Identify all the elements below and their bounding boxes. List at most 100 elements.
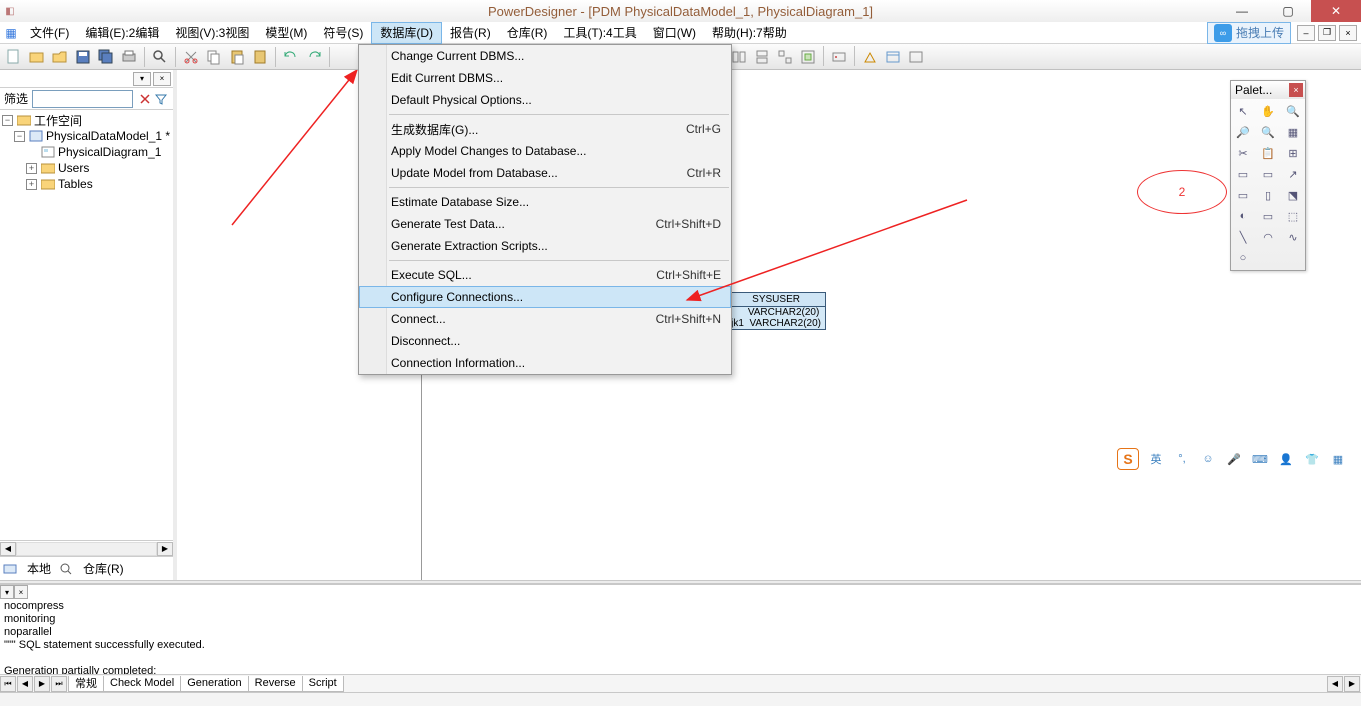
menu-item[interactable]: Execute SQL...Ctrl+Shift+E [359, 264, 731, 286]
tool-j-icon[interactable] [905, 46, 927, 68]
ime-user-icon[interactable]: 👤 [1277, 450, 1295, 468]
palette-tool-icon[interactable]: ▭ [1256, 206, 1280, 226]
menu-item[interactable]: 文件(F) [22, 22, 77, 44]
browser-close-icon[interactable]: × [153, 72, 171, 86]
tool-e-icon[interactable] [774, 46, 796, 68]
ime-emoji-icon[interactable]: ☺ [1199, 450, 1217, 468]
menu-item[interactable]: 数据库(D) [371, 22, 442, 44]
tree-model[interactable]: − PhysicalDataModel_1 * [2, 128, 173, 144]
output-expand-icon[interactable]: ▾ [0, 585, 14, 599]
diagram-canvas[interactable]: SYSUSER VARCHAR2(20) jk1 VARCHAR2(20) 1 … [177, 70, 1361, 580]
browser-hscroll[interactable]: ◀ ▶ [0, 540, 173, 556]
output-body[interactable]: nocompressmonitoringnoparallel""" SQL st… [0, 599, 1361, 674]
filter-clear-icon[interactable] [137, 91, 153, 107]
ime-skin-icon[interactable]: 👕 [1303, 450, 1321, 468]
menu-item[interactable]: 报告(R) [442, 22, 499, 44]
palette-tool-icon[interactable]: ▭ [1231, 185, 1255, 205]
close-button[interactable]: ✕ [1311, 0, 1361, 22]
output-close-icon[interactable]: × [14, 585, 28, 599]
undo-icon[interactable] [280, 46, 302, 68]
menu-item[interactable]: Edit Current DBMS... [359, 67, 731, 89]
palette-tool-icon[interactable]: 🔍 [1256, 122, 1280, 142]
palette-tool-icon[interactable]: 🔎 [1231, 122, 1255, 142]
mdi-close[interactable]: × [1339, 25, 1357, 41]
palette-tool-icon[interactable]: ▯ [1256, 185, 1280, 205]
menu-item[interactable]: 仓库(R) [499, 22, 556, 44]
tab-local[interactable]: 本地 [27, 560, 51, 577]
palette-tool-icon[interactable]: ▦ [1281, 122, 1305, 142]
entity-table[interactable]: SYSUSER VARCHAR2(20) jk1 VARCHAR2(20) [726, 292, 826, 330]
output-tab[interactable]: Generation [180, 676, 248, 692]
mdi-restore[interactable]: ❐ [1318, 25, 1336, 41]
palette-tool-icon[interactable]: ⬔ [1281, 185, 1305, 205]
menu-item[interactable]: Disconnect... [359, 330, 731, 352]
menu-system-icon[interactable]: ▦ [0, 26, 22, 40]
save-all-icon[interactable] [95, 46, 117, 68]
ime-lang[interactable]: 英 [1147, 450, 1165, 468]
palette-tool-icon[interactable]: 📋 [1256, 143, 1280, 163]
open-icon[interactable] [49, 46, 71, 68]
menu-item[interactable]: Connection Information... [359, 352, 731, 374]
output-tab[interactable]: Check Model [103, 676, 181, 692]
ime-keyboard-icon[interactable]: ⌨ [1251, 450, 1269, 468]
cut-icon[interactable] [180, 46, 202, 68]
browser-expand-icon[interactable]: ▾ [133, 72, 151, 86]
palette-tool-icon[interactable]: 🔍 [1281, 101, 1305, 121]
palette-tool-icon[interactable]: ↗ [1281, 164, 1305, 184]
menu-item[interactable]: Apply Model Changes to Database... [359, 140, 731, 162]
palette-tool-icon[interactable]: ▭ [1256, 164, 1280, 184]
tree-users[interactable]: + Users [2, 160, 173, 176]
new-project-icon[interactable] [26, 46, 48, 68]
palette-tool-icon[interactable]: ✋ [1256, 101, 1280, 121]
palette-close-icon[interactable]: × [1289, 83, 1303, 97]
tab-next-icon[interactable]: ▶ [34, 676, 50, 692]
menu-item[interactable]: 帮助(H):7帮助 [704, 22, 795, 44]
ime-mic-icon[interactable]: 🎤 [1225, 450, 1243, 468]
menu-item[interactable]: Change Current DBMS... [359, 45, 731, 67]
ime-bar[interactable]: S 英 °, ☺ 🎤 ⌨ 👤 👕 ▦ [1113, 446, 1351, 472]
mdi-minimize[interactable]: – [1297, 25, 1315, 41]
ime-logo-icon[interactable]: S [1117, 448, 1139, 470]
cloud-upload[interactable]: ∞ 拖拽上传 [1207, 22, 1291, 44]
maximize-button[interactable]: ▢ [1265, 0, 1311, 22]
tab-scroll-right-icon[interactable]: ▶ [1344, 676, 1360, 692]
paste-special-icon[interactable] [249, 46, 271, 68]
menu-item[interactable]: 符号(S) [315, 22, 371, 44]
save-icon[interactable] [72, 46, 94, 68]
tab-last-icon[interactable]: ⏭ [51, 676, 67, 692]
menu-item[interactable]: Configure Connections... [359, 286, 731, 308]
menu-item[interactable]: Estimate Database Size... [359, 191, 731, 213]
menu-item[interactable]: 编辑(E):2编辑 [77, 22, 167, 44]
menu-item[interactable]: Generate Extraction Scripts... [359, 235, 731, 257]
menu-item[interactable]: 视图(V):3视图 [167, 22, 257, 44]
menu-item[interactable]: 窗口(W) [645, 22, 704, 44]
palette-tool-icon[interactable]: ○ [1231, 248, 1255, 268]
tree-root[interactable]: − 工作空间 [2, 112, 173, 128]
filter-apply-icon[interactable] [153, 91, 169, 107]
tab-repo[interactable]: 仓库(R) [83, 560, 124, 577]
scroll-track[interactable] [16, 542, 157, 556]
tool-i-icon[interactable] [882, 46, 904, 68]
paste-icon[interactable] [226, 46, 248, 68]
collapse-icon[interactable]: − [14, 131, 25, 142]
local-icon[interactable] [3, 562, 19, 576]
browser-tree[interactable]: − 工作空间 − PhysicalDataModel_1 * PhysicalD… [0, 110, 173, 540]
expand-icon[interactable]: + [26, 179, 37, 190]
ime-punct-icon[interactable]: °, [1173, 450, 1191, 468]
tree-tables[interactable]: + Tables [2, 176, 173, 192]
collapse-icon[interactable]: − [2, 115, 13, 126]
palette-tool-icon[interactable] [1281, 248, 1305, 268]
tool-h-icon[interactable] [859, 46, 881, 68]
menu-item[interactable]: 工具(T):4工具 [555, 22, 644, 44]
palette-tool-icon[interactable] [1256, 248, 1280, 268]
repo-icon[interactable] [59, 562, 75, 576]
tool-d-icon[interactable] [751, 46, 773, 68]
tool-f-icon[interactable] [797, 46, 819, 68]
palette-tool-icon[interactable]: ∿ [1281, 227, 1305, 247]
new-icon[interactable] [3, 46, 25, 68]
palette-tool-icon[interactable]: ▭ [1231, 164, 1255, 184]
ime-toolbox-icon[interactable]: ▦ [1329, 450, 1347, 468]
palette-tool-icon[interactable]: ↖ [1231, 101, 1255, 121]
tab-scroll-left-icon[interactable]: ◀ [1327, 676, 1343, 692]
palette-title-bar[interactable]: Palet... × [1231, 81, 1305, 99]
